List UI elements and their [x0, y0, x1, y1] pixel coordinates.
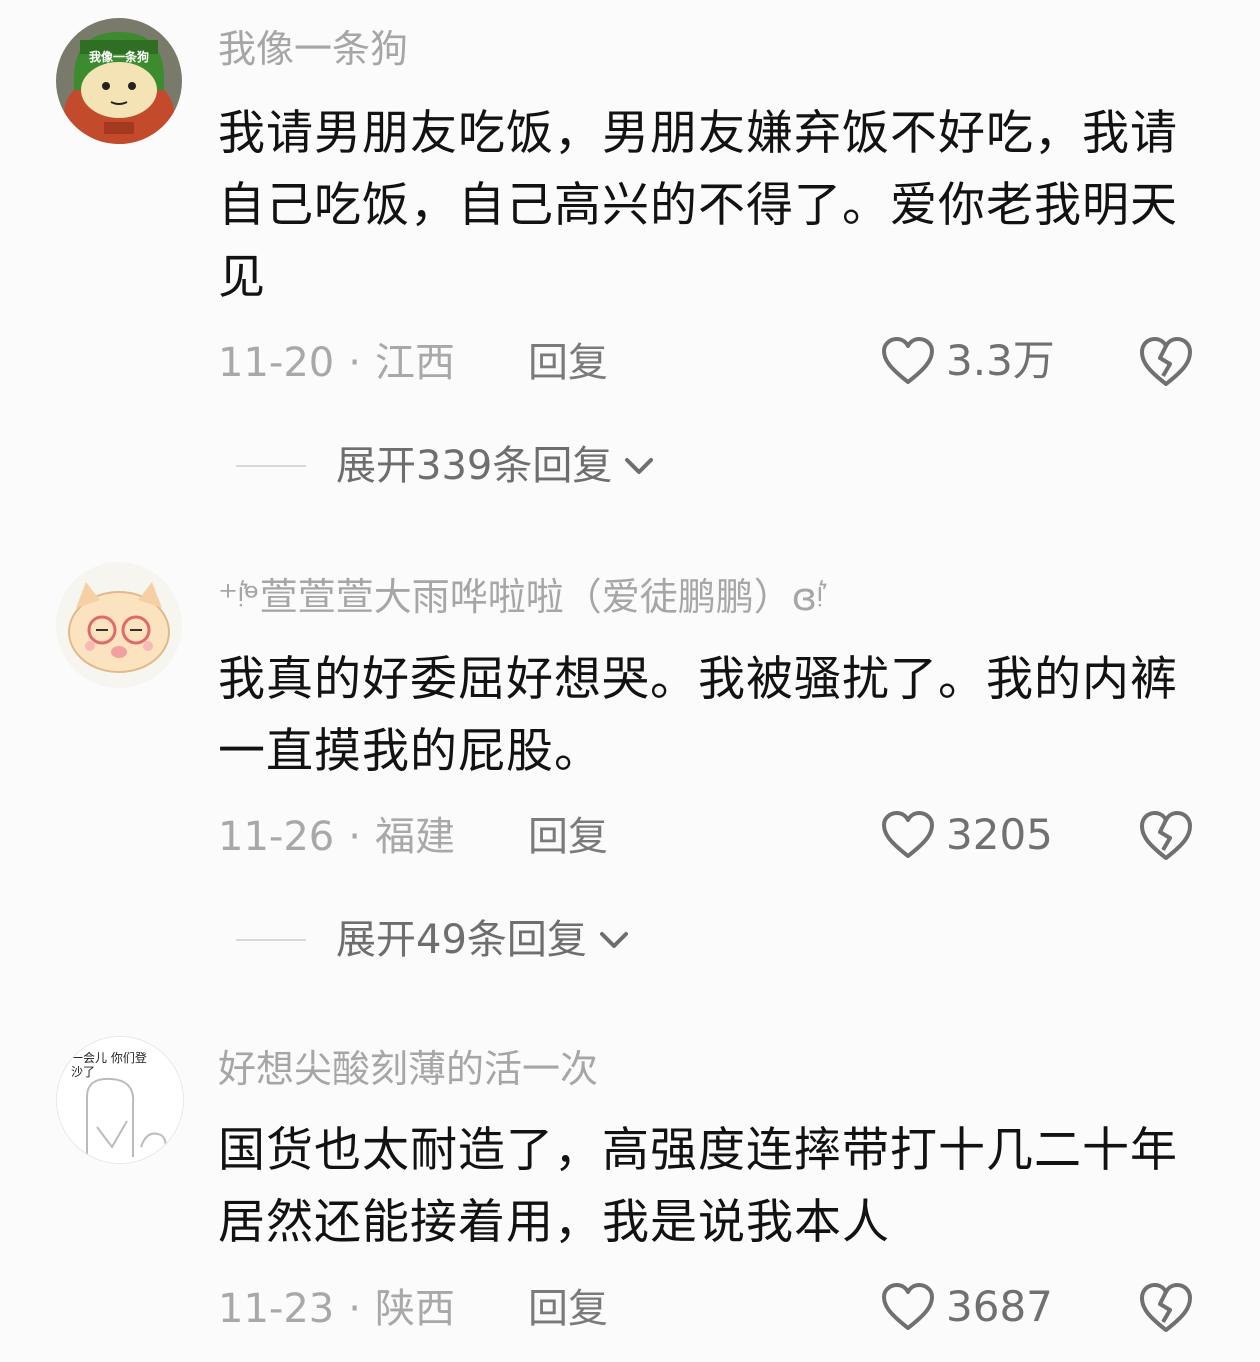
expand-replies-label: 展开339条回复 — [336, 443, 613, 489]
comment-date: 11-23 — [218, 1286, 335, 1332]
comment-text: 我请男朋友吃饭，男朋友嫌弃饭不好吃，我请自己吃饭，自己高兴的不得了。爱你老我明天… — [218, 106, 1178, 305]
reply-button[interactable]: 回复 — [528, 1289, 608, 1329]
avatar[interactable]: 一会儿 你们登沙了 — [56, 1036, 184, 1164]
username[interactable]: 我像一条狗 — [218, 30, 408, 68]
comment-date: 11-26 — [218, 814, 335, 860]
comment-location: 福建 — [374, 814, 455, 860]
username[interactable]: 好想尖酸刻薄的活一次 — [218, 1050, 598, 1088]
comment-location: 陕西 — [374, 1286, 455, 1332]
expand-replies-label: 展开49条回复 — [336, 917, 587, 963]
dislike-button[interactable] — [1138, 336, 1194, 388]
divider-line — [236, 465, 306, 467]
avatar-label: 我像一条狗 — [88, 50, 149, 64]
heart-icon — [882, 1283, 934, 1330]
like-count: 3205 — [946, 810, 1053, 859]
avatar[interactable] — [56, 562, 182, 688]
divider-line — [236, 939, 306, 941]
comment-text: 我真的好委屈好想哭。我被骚扰了。我的内裤一直摸我的屁股。 — [218, 652, 1178, 779]
heart-icon — [882, 337, 934, 384]
like-button[interactable]: 3205 — [880, 810, 1053, 860]
reply-button[interactable]: 回复 — [528, 343, 608, 383]
avatar-label: 一会儿 你们登沙了 — [71, 1051, 147, 1079]
dislike-button[interactable] — [1138, 810, 1194, 862]
heart-icon — [882, 811, 934, 858]
reply-button[interactable]: 回复 — [528, 817, 608, 857]
avatar[interactable]: 我像一条狗 — [56, 18, 182, 144]
comment-meta: 11-26 · 福建 — [218, 814, 455, 860]
broken-heart-icon — [1140, 811, 1192, 860]
expand-replies-button[interactable]: 展开339条回复 — [236, 446, 656, 486]
like-button[interactable]: 3.3万 — [880, 336, 1055, 386]
comment-text: 国货也太耐造了，高强度连摔带打十几二十年居然还能接着用，我是说我本人 — [218, 1123, 1178, 1250]
like-count: 3.3万 — [946, 336, 1055, 385]
expand-replies-button[interactable]: 展开49条回复 — [236, 920, 631, 960]
comment-meta: 11-23 · 陕西 — [218, 1286, 455, 1332]
username[interactable]: ⁺ᵎ͛ᶱ萱萱萱大雨哗啦啦（爱徒鹏鹏）ɞᵎ͛ — [218, 578, 823, 616]
broken-heart-icon — [1140, 337, 1192, 386]
chevron-down-icon — [599, 932, 628, 948]
chevron-down-icon — [625, 458, 654, 474]
comment-date: 11-20 — [218, 340, 335, 386]
comment-location: 江西 — [374, 340, 455, 386]
like-count: 3687 — [946, 1282, 1053, 1331]
like-button[interactable]: 3687 — [880, 1282, 1053, 1332]
dislike-button[interactable] — [1138, 1282, 1194, 1334]
broken-heart-icon — [1140, 1283, 1192, 1332]
comment-meta: 11-20 · 江西 — [218, 340, 455, 386]
